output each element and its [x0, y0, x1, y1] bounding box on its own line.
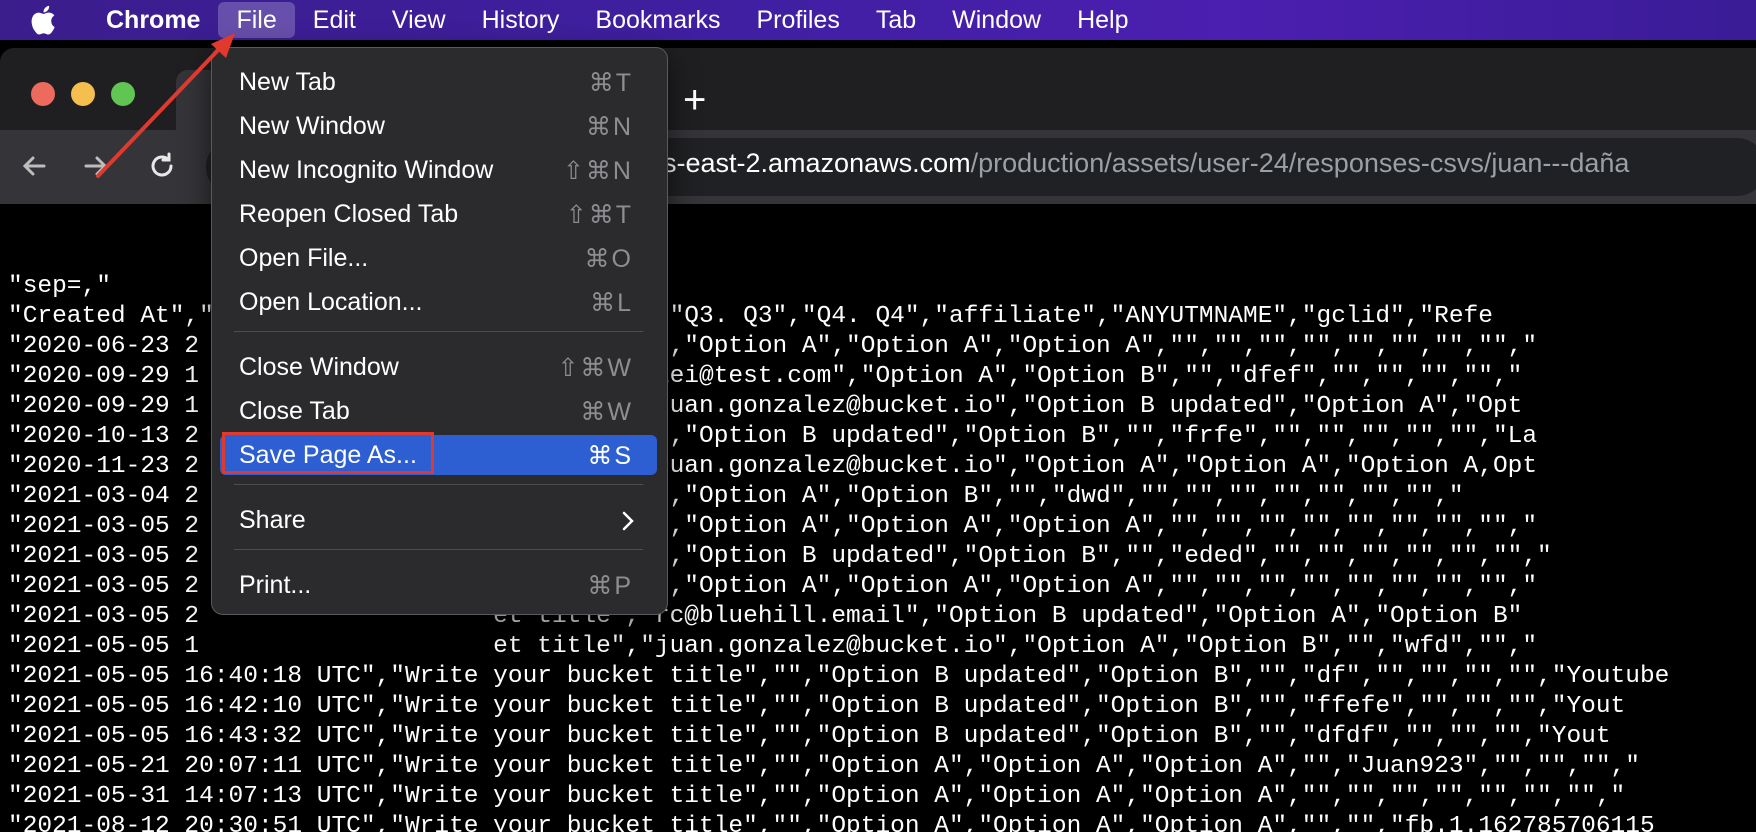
- shortcut-label: ⌘P: [587, 572, 633, 600]
- menu-item-label: Print...: [239, 571, 312, 599]
- apple-menu-icon[interactable]: [28, 3, 62, 37]
- menu-item-label: Close Tab: [239, 397, 350, 425]
- menu-item-label: Share: [239, 506, 306, 534]
- menu-separator: [234, 331, 643, 332]
- menu-item-print[interactable]: Print... ⌘P: [220, 565, 657, 605]
- minimize-window-button[interactable]: [71, 82, 95, 106]
- menu-profiles[interactable]: Profiles: [738, 0, 857, 40]
- menu-item-label: Close Window: [239, 353, 399, 381]
- menu-window[interactable]: Window: [934, 0, 1059, 40]
- csv-line: "2021-05-21 20:07:11 UTC","Write your bu…: [8, 753, 1640, 780]
- shortcut-label: ⇧⌘T: [565, 201, 633, 229]
- shortcut-label: ⇧⌘W: [557, 354, 633, 382]
- menu-item-share[interactable]: Share: [220, 500, 657, 540]
- menu-item-label: Open Location...: [239, 288, 423, 316]
- shortcut-label: ⌘L: [590, 289, 633, 317]
- csv-line: "2021-05-31 14:07:13 UTC","Write your bu…: [8, 783, 1626, 810]
- mac-menu-bar: Chrome File Edit View History Bookmarks …: [0, 0, 1756, 40]
- menu-item-label: Reopen Closed Tab: [239, 200, 459, 228]
- menu-item-close-window[interactable]: Close Window ⇧⌘W: [220, 347, 657, 387]
- csv-line: "sep=,": [8, 273, 111, 300]
- menu-bookmarks[interactable]: Bookmarks: [577, 0, 738, 40]
- menu-view[interactable]: View: [374, 0, 464, 40]
- menu-separator: [234, 484, 643, 485]
- menu-item-close-tab[interactable]: Close Tab ⌘W: [220, 391, 657, 431]
- csv-line: "2021-05-05 16:40:18 UTC","Write your bu…: [8, 663, 1670, 690]
- csv-line: "2021-05-05 16:43:32 UTC","Write your bu…: [8, 723, 1611, 750]
- zoom-window-button[interactable]: [111, 82, 135, 106]
- address-bar-url: s-east-2.amazonaws.com/production/assets…: [663, 148, 1629, 179]
- shortcut-label: ⌘T: [588, 69, 633, 97]
- menu-item-new-window[interactable]: New Window ⌘N: [220, 106, 657, 146]
- menu-item-reopen-closed-tab[interactable]: Reopen Closed Tab ⇧⌘T: [220, 194, 657, 234]
- file-menu-dropdown: New Tab ⌘T New Window ⌘N New Incognito W…: [211, 47, 668, 615]
- menu-item-open-location[interactable]: Open Location... ⌘L: [220, 282, 657, 322]
- menu-app-chrome[interactable]: Chrome: [86, 0, 218, 40]
- shortcut-label: ⌘O: [584, 245, 633, 273]
- menu-item-new-tab[interactable]: New Tab ⌘T: [220, 62, 657, 102]
- menu-item-label: New Window: [239, 112, 385, 140]
- shortcut-label: ⌘N: [585, 113, 633, 141]
- menu-item-label: New Tab: [239, 68, 336, 96]
- menu-item-new-incognito-window[interactable]: New Incognito Window ⇧⌘N: [220, 150, 657, 190]
- menu-item-label: New Incognito Window: [239, 156, 494, 184]
- csv-line: "2021-05-05 16:42:10 UTC","Write your bu…: [8, 693, 1626, 720]
- back-arrow-icon[interactable]: [18, 150, 50, 182]
- close-window-button[interactable]: [31, 82, 55, 106]
- menu-item-label: Open File...: [239, 244, 369, 272]
- menu-separator: [234, 549, 643, 550]
- new-tab-plus-icon[interactable]: +: [683, 80, 706, 120]
- csv-line: "2021-05-05 1 et title","juan.gonzalez@b…: [8, 633, 1538, 660]
- chevron-right-icon: [622, 511, 634, 531]
- menu-edit[interactable]: Edit: [295, 0, 374, 40]
- menu-file[interactable]: File: [218, 2, 295, 38]
- menu-item-open-file[interactable]: Open File... ⌘O: [220, 238, 657, 278]
- annotation-highlight-box: [222, 432, 434, 474]
- url-host: s-east-2.amazonaws.com: [663, 148, 971, 178]
- shortcut-label: ⇧⌘N: [562, 157, 633, 185]
- shortcut-label: ⌘S: [587, 442, 633, 470]
- forward-arrow-icon[interactable]: [80, 150, 112, 182]
- menu-help[interactable]: Help: [1059, 0, 1146, 40]
- csv-line: "2021-08-12 20:30:51 UTC","Write your bu…: [8, 813, 1655, 832]
- url-path: /production/assets/user-24/responses-csv…: [970, 148, 1630, 178]
- reload-icon[interactable]: [146, 150, 178, 182]
- menu-tab[interactable]: Tab: [858, 0, 934, 40]
- shortcut-label: ⌘W: [580, 398, 633, 426]
- menu-history[interactable]: History: [464, 0, 578, 40]
